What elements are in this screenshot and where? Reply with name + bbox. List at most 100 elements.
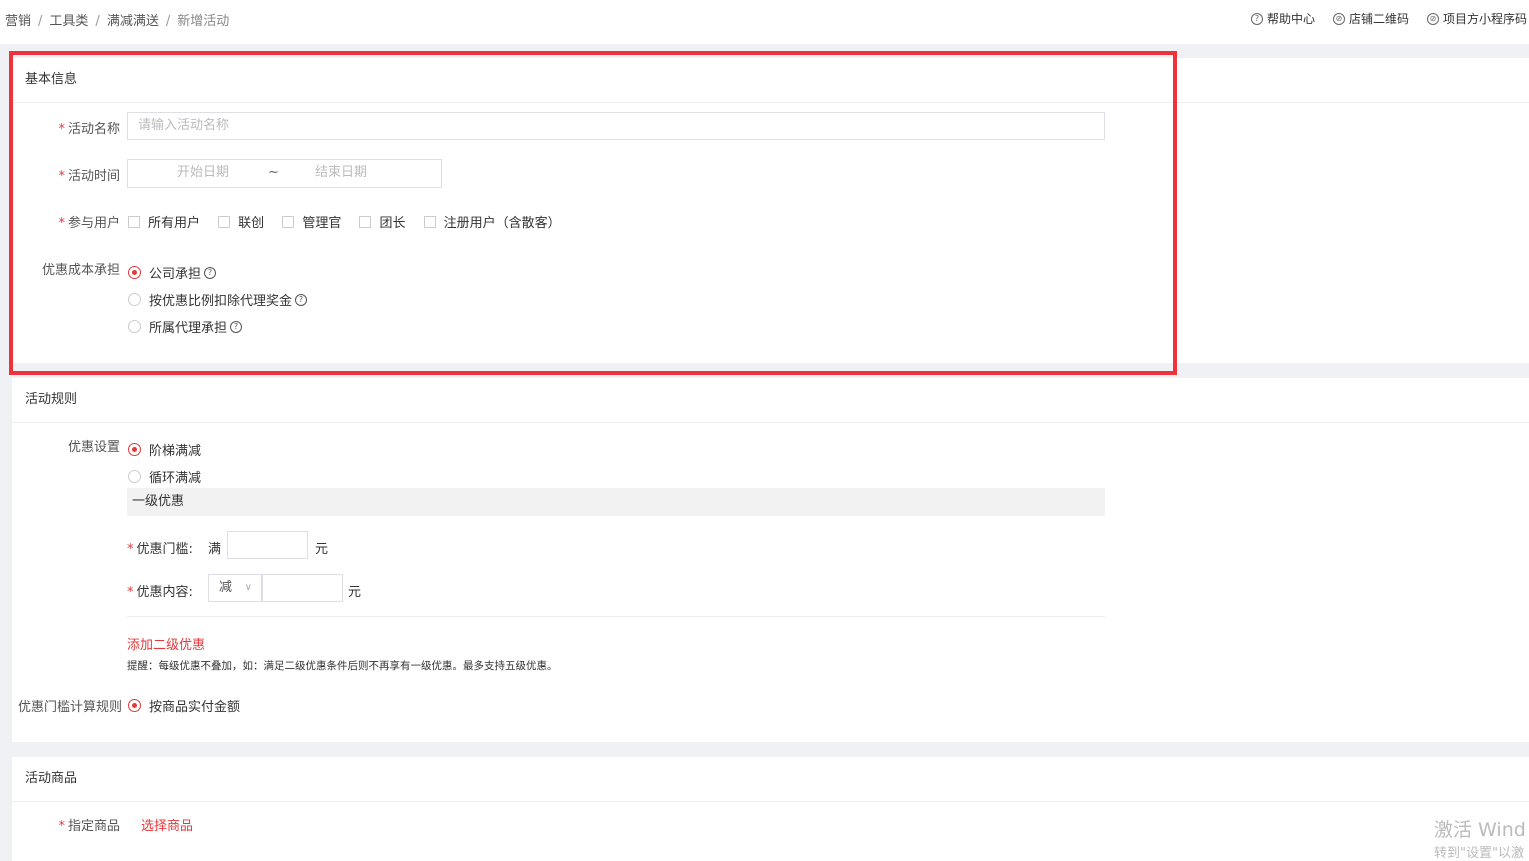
participants-checkbox-group: 所有用户 联创 管理官 团长 注册用户（含散客）	[128, 212, 575, 232]
activity-name-input[interactable]: 请输入活动名称	[127, 112, 1105, 140]
specified-goods-label-text: 指定商品	[67, 819, 120, 834]
radio-deduct-agent-bonus[interactable]: 按优惠比例扣除代理奖金?	[128, 286, 308, 313]
mini-program-qr-label: 项目方小程序码	[1442, 12, 1527, 26]
radio-label: 公司承担	[149, 267, 202, 282]
top-bar: 营销 / 工具类 / 满减满送 / 新增活动 ? 帮助中心 ⊘ 店铺二维码 ⊘ 项目方小程序…	[0, 0, 1529, 44]
cost-bearer-label: 优惠成本承担	[41, 263, 120, 278]
threshold-label: * 优惠门槛:	[127, 538, 193, 557]
checkbox-label: 管理官	[302, 216, 342, 231]
checkbox-label: 所有用户	[148, 216, 201, 231]
help-center-link[interactable]: ? 帮助中心	[1250, 10, 1315, 27]
radio-agent-bears[interactable]: 所属代理承担?	[128, 313, 243, 340]
start-date-input[interactable]: 开始日期	[177, 160, 229, 186]
activity-name-label-text: 活动名称	[67, 122, 120, 137]
checkbox-all-users[interactable]: 所有用户	[128, 212, 200, 231]
checkbox[interactable]	[218, 215, 231, 228]
end-date-input[interactable]: 结束日期	[315, 160, 367, 186]
required-mark: *	[58, 216, 65, 231]
checkbox[interactable]	[423, 215, 436, 228]
store-qr-label: 店铺二维码	[1348, 12, 1409, 26]
help-icon[interactable]: ?	[230, 320, 243, 333]
radio-button[interactable]	[128, 443, 141, 456]
calc-rule-label: 优惠门槛计算规则	[18, 700, 123, 715]
basic-info-title: 基本信息	[12, 58, 1529, 103]
radio-label: 阶梯满减	[149, 444, 202, 459]
discount-type-select[interactable]: 减 ∨	[208, 574, 262, 602]
select-goods-link[interactable]: 选择商品	[141, 815, 193, 834]
radio-tiered-discount[interactable]: 阶梯满减	[128, 436, 201, 463]
chevron-down-icon: ∨	[244, 582, 252, 593]
radio-actual-payment[interactable]: 按商品实付金额	[128, 696, 240, 715]
checkbox-registered-users[interactable]: 注册用户（含散客）	[423, 212, 561, 231]
breadcrumb-item[interactable]: 工具类	[49, 14, 88, 29]
checkbox[interactable]	[359, 215, 372, 228]
discount-type-value: 减	[219, 580, 233, 595]
radio-label: 按商品实付金额	[149, 700, 241, 715]
activity-rules-card: 活动规则 优惠设置 阶梯满减 循环满减 一级优惠 * 优惠门槛: 满 元 * 优惠内…	[12, 378, 1529, 742]
checkbox-label: 团长	[379, 216, 406, 231]
discount-unit: 元	[348, 585, 362, 600]
required-mark: *	[127, 585, 134, 600]
windows-activation-subtext: 转到"设置"以激	[1434, 846, 1524, 861]
basic-info-card: 基本信息 * 活动名称 请输入活动名称 * 活动时间 开始日期 ~ 结束日期 * 参与…	[12, 58, 1529, 363]
top-links: ? 帮助中心 ⊘ 店铺二维码 ⊘ 项目方小程序码	[1250, 10, 1527, 27]
activity-goods-title: 活动商品	[12, 757, 1529, 802]
link-circle-icon: ⊘	[1426, 12, 1439, 25]
windows-activation-watermark: 激活 Wind	[1434, 819, 1526, 841]
discount-content-label-text: 优惠内容:	[136, 585, 193, 600]
tier-hint-text: 提醒：每级优惠不叠加，如：满足二级优惠条件后则不再享有一级优惠。最多支持五级优惠…	[127, 660, 558, 672]
tier-one-header: 一级优惠	[127, 488, 1105, 516]
radio-label: 循环满减	[149, 471, 202, 486]
mini-program-qr-link[interactable]: ⊘ 项目方小程序码	[1426, 10, 1527, 27]
radio-button[interactable]	[128, 293, 141, 306]
radio-button[interactable]	[128, 699, 141, 712]
checkbox-group-leader[interactable]: 团长	[359, 212, 405, 231]
radio-button[interactable]	[128, 320, 141, 333]
checkbox-manager[interactable]: 管理官	[282, 212, 341, 231]
radio-button[interactable]	[128, 470, 141, 483]
breadcrumb-separator: /	[38, 14, 43, 29]
required-mark: *	[58, 819, 65, 834]
breadcrumb-separator: /	[165, 14, 171, 29]
specified-goods-label: * 指定商品	[12, 815, 120, 834]
question-circle-icon: ?	[1250, 12, 1263, 25]
store-qr-link[interactable]: ⊘ 店铺二维码	[1332, 10, 1409, 27]
add-second-tier-link[interactable]: 添加二级优惠	[127, 634, 205, 653]
cost-bearer-radio-group: 公司承担? 按优惠比例扣除代理奖金? 所属代理承担?	[128, 259, 321, 340]
required-mark: *	[58, 122, 65, 137]
participants-label: * 参与用户	[12, 212, 120, 231]
discount-setting-label: 优惠设置	[67, 440, 120, 455]
radio-company-bears[interactable]: 公司承担?	[128, 259, 217, 286]
activity-name-label: * 活动名称	[12, 118, 120, 137]
checkbox-lianchuang[interactable]: 联创	[218, 212, 264, 231]
threshold-amount-input[interactable]	[227, 531, 308, 559]
checkbox[interactable]	[128, 215, 140, 228]
required-mark: *	[127, 542, 134, 557]
radio-cyclic-discount[interactable]: 循环满减	[128, 463, 201, 490]
help-icon[interactable]: ?	[295, 293, 308, 306]
breadcrumb-item[interactable]: 满减满送	[107, 14, 159, 29]
radio-button[interactable]	[128, 266, 141, 279]
discount-amount-input[interactable]	[262, 574, 343, 602]
activity-rules-title: 活动规则	[12, 378, 1529, 423]
threshold-prefix: 满	[208, 542, 222, 557]
radio-label: 按优惠比例扣除代理奖金	[149, 294, 293, 309]
help-icon[interactable]: ?	[204, 266, 217, 279]
breadcrumb-current: 新增活动	[177, 14, 230, 29]
tier-divider	[127, 616, 1105, 617]
threshold-label-text: 优惠门槛:	[136, 542, 193, 557]
discount-content-label: * 优惠内容:	[127, 581, 193, 600]
date-range-separator: ~	[268, 165, 279, 180]
breadcrumb-item[interactable]: 营销	[5, 14, 31, 29]
checkbox[interactable]	[282, 215, 295, 228]
activity-time-label: * 活动时间	[12, 165, 120, 184]
checkbox-label: 注册用户（含散客）	[443, 216, 561, 231]
radio-label: 所属代理承担	[149, 321, 228, 336]
activity-goods-card: 活动商品 * 指定商品 选择商品	[12, 757, 1529, 861]
link-circle-icon: ⊘	[1332, 12, 1345, 25]
checkbox-label: 联创	[238, 216, 265, 231]
activity-time-label-text: 活动时间	[67, 169, 120, 184]
activity-date-range[interactable]: 开始日期 ~ 结束日期	[127, 159, 442, 188]
threshold-unit: 元	[315, 542, 329, 557]
breadcrumb: 营销 / 工具类 / 满减满送 / 新增活动	[5, 10, 229, 29]
